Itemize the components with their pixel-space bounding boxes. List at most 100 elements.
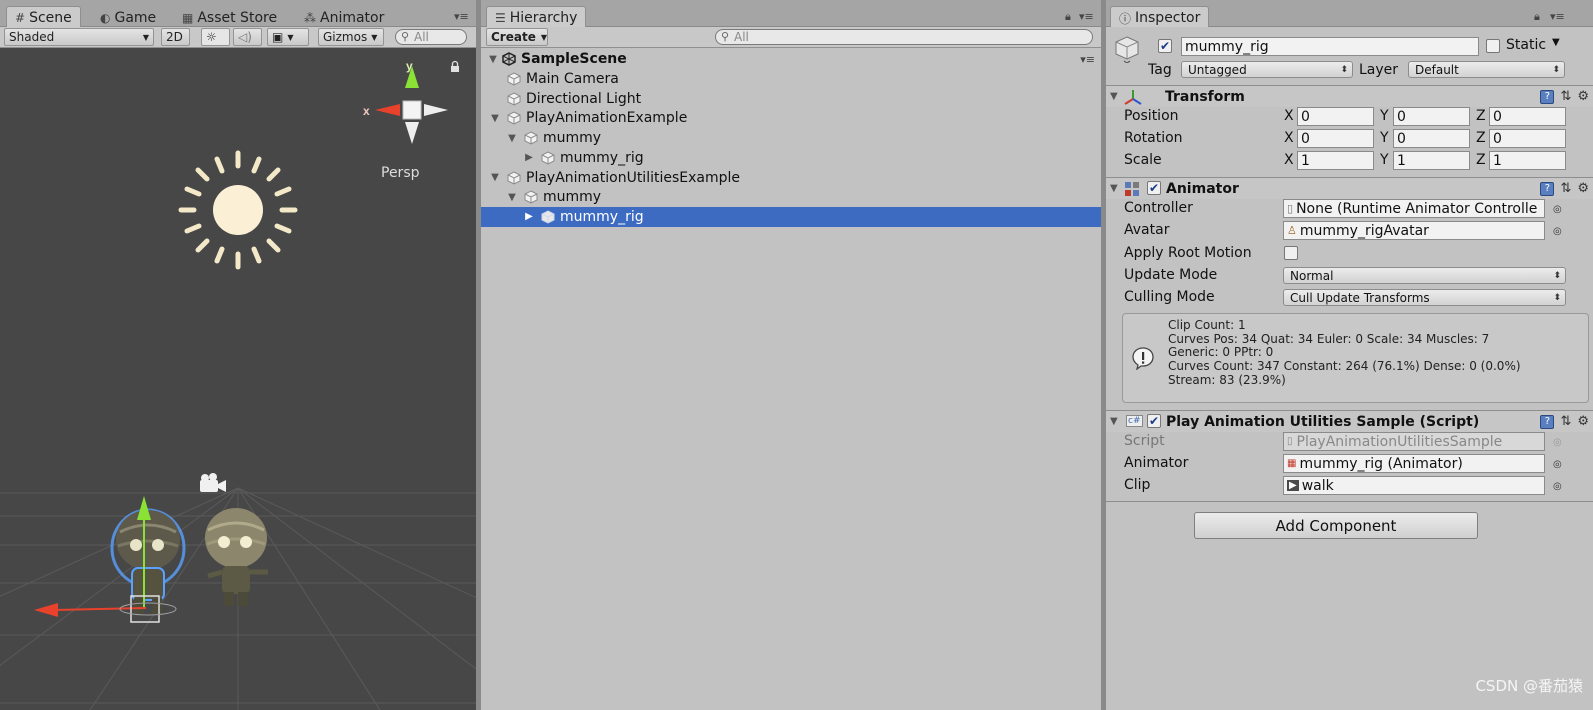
hierarchy-item[interactable]: Main Camera xyxy=(481,69,1101,89)
preset-sliders-icon[interactable]: ⇅ xyxy=(1560,414,1571,429)
gear-icon[interactable]: ⚙ xyxy=(1577,414,1589,429)
gameobject-cube-icon[interactable] xyxy=(1114,35,1140,63)
object-name-field[interactable]: mummy_rig xyxy=(1181,37,1479,56)
create-dropdown[interactable]: Create ▼ xyxy=(486,28,548,46)
apply-root-motion-checkbox[interactable] xyxy=(1284,246,1298,260)
shading-mode-dropdown[interactable]: Shaded ▼ xyxy=(4,28,154,46)
foldout-arrow-icon[interactable]: ▼ xyxy=(1110,183,1118,194)
transform-z-field[interactable]: 1 xyxy=(1489,151,1566,170)
gizmos-dropdown[interactable]: Gizmos ▼ xyxy=(318,28,384,46)
update-mode-dropdown[interactable]: Normal ⬍ xyxy=(1283,267,1566,284)
help-book-icon[interactable]: ? xyxy=(1540,181,1555,196)
script-component-header[interactable]: ▼ c# ✔ Play Animation Utilities Sample (… xyxy=(1106,410,1593,432)
object-picker-icon[interactable]: ◎ xyxy=(1553,204,1562,215)
scene-lighting-toggle[interactable]: ☼ xyxy=(201,28,230,46)
effects-dropdown[interactable]: ▣ ▼ xyxy=(267,28,309,46)
add-component-button[interactable]: Add Component xyxy=(1194,512,1478,539)
hierarchy-search-input[interactable]: ⚲ All xyxy=(715,29,1093,45)
hierarchy-item-label: mummy xyxy=(543,130,602,147)
layer-dropdown[interactable]: Default ⬍ xyxy=(1408,61,1565,78)
culling-mode-dropdown[interactable]: Cull Update Transforms ⬍ xyxy=(1283,289,1566,306)
object-picker-icon[interactable]: ◎ xyxy=(1553,459,1562,470)
axis-y-label: Y xyxy=(1380,108,1389,124)
transform-z-field[interactable]: 0 xyxy=(1489,129,1566,148)
expand-arrow-icon[interactable]: ▼ xyxy=(506,192,518,203)
script-animator-field[interactable]: ▦ mummy_rig (Animator) xyxy=(1283,454,1545,473)
gear-icon[interactable]: ⚙ xyxy=(1577,89,1589,104)
hierarchy-item[interactable]: Directional Light xyxy=(481,89,1101,109)
expand-arrow-icon[interactable]: ▼ xyxy=(489,113,501,124)
transform-y-field[interactable]: 0 xyxy=(1393,129,1470,148)
tag-dropdown[interactable]: Untagged ⬍ xyxy=(1181,61,1353,78)
hierarchy-item[interactable]: ▼ mummy xyxy=(481,128,1101,148)
foldout-arrow-icon[interactable]: ▼ xyxy=(1110,416,1118,427)
tab-inspector[interactable]: ⓘ Inspector xyxy=(1110,6,1210,27)
hierarchy-item-label: PlayAnimationExample xyxy=(526,110,688,127)
expand-arrow-icon[interactable]: ▼ xyxy=(489,172,501,183)
static-label: Static xyxy=(1506,37,1547,53)
scene-root-row[interactable]: ▼ SampleScene ▾≡ xyxy=(481,49,1101,69)
script-enabled-checkbox[interactable]: ✔ xyxy=(1147,414,1161,428)
object-active-checkbox[interactable]: ✔ xyxy=(1158,39,1172,53)
static-dropdown-icon[interactable]: ▼ xyxy=(1552,37,1560,48)
tab-game[interactable]: ◐ Game xyxy=(92,6,164,27)
gear-icon[interactable]: ⚙ xyxy=(1577,181,1589,196)
transform-z-field[interactable]: 0 xyxy=(1489,107,1566,126)
tab-scene[interactable]: # Scene xyxy=(6,6,81,27)
hierarchy-tabbar: ☰ Hierarchy 🔒︎ ▾≡ xyxy=(481,0,1101,27)
expand-arrow-icon[interactable]: ▼ xyxy=(487,54,499,65)
animator-enabled-checkbox[interactable]: ✔ xyxy=(1147,181,1161,195)
scene-panel: # Scene ◐ Game ▦ Asset Store ⁂ Animator … xyxy=(0,0,476,710)
clip-label: Clip xyxy=(1124,477,1151,493)
hierarchy-item[interactable]: ▼ PlayAnimationUtilitiesExample xyxy=(481,168,1101,188)
preset-sliders-icon[interactable]: ⇅ xyxy=(1560,181,1571,196)
clip-value: walk xyxy=(1301,477,1334,494)
tab-hierarchy[interactable]: ☰ Hierarchy xyxy=(486,6,587,27)
help-book-icon[interactable]: ? xyxy=(1540,414,1555,429)
axis-z-label: Z xyxy=(1476,130,1486,146)
foldout-arrow-icon[interactable]: ▼ xyxy=(1110,91,1118,102)
store-icon: ▦ xyxy=(182,10,194,25)
scene-tab-menu-icon[interactable]: ▾≡ xyxy=(454,10,469,23)
hierarchy-tab-menu-icon[interactable]: ▾≡ xyxy=(1079,10,1094,23)
hierarchy-item[interactable]: ▶ mummy_rig xyxy=(481,206,1101,227)
hierarchy-item[interactable]: ▶ mummy_rig xyxy=(481,148,1101,168)
expand-arrow-icon[interactable]: ▼ xyxy=(506,133,518,144)
mode-2d-button[interactable]: 2D xyxy=(161,28,190,46)
transform-y-field[interactable]: 1 xyxy=(1393,151,1470,170)
scene-search-input[interactable]: ⚲ All xyxy=(395,29,467,45)
scene-viewport[interactable]: y x Persp xyxy=(0,48,476,710)
expand-arrow-icon[interactable]: ▶ xyxy=(523,211,535,222)
search-icon: ⚲ xyxy=(721,30,730,43)
projection-label[interactable]: Persp xyxy=(381,165,420,181)
transform-x-field[interactable]: 0 xyxy=(1297,107,1374,126)
hierarchy-item[interactable]: ▼ PlayAnimationExample xyxy=(481,108,1101,128)
object-picker-icon[interactable]: ◎ xyxy=(1553,226,1562,237)
clip-field[interactable]: ▶ walk xyxy=(1283,476,1545,495)
transform-y-field[interactable]: 0 xyxy=(1393,107,1470,126)
static-checkbox[interactable] xyxy=(1486,39,1500,53)
audio-toggle[interactable]: ◁) xyxy=(233,28,262,46)
unity-scene-icon xyxy=(502,52,516,66)
tab-animator[interactable]: ⁂ Animator xyxy=(296,6,392,27)
tab-asset-store[interactable]: ▦ Asset Store xyxy=(174,6,285,27)
add-component-label: Add Component xyxy=(1275,516,1397,535)
expand-arrow-icon[interactable]: ▶ xyxy=(523,152,535,163)
controller-field[interactable]: ▯ None (Runtime Animator Controlle xyxy=(1283,199,1545,218)
animator-header[interactable]: ▼ ✔ Animator ? ⇅ ⚙ xyxy=(1106,177,1593,199)
transform-header[interactable]: ▼ Transform ? ⇅ ⚙ xyxy=(1106,85,1593,107)
inspector-lock-icon[interactable]: 🔒︎ xyxy=(1534,10,1540,24)
scene-menu-icon[interactable]: ▾≡ xyxy=(1080,53,1095,66)
transform-x-field[interactable]: 0 xyxy=(1297,129,1374,148)
transform-x-field[interactable]: 1 xyxy=(1297,151,1374,170)
gameobject-icon xyxy=(524,190,538,204)
hierarchy-item[interactable]: ▼ mummy xyxy=(481,187,1101,207)
dropdown-arrow-icon: ▼ xyxy=(540,32,547,42)
transform-x-value: 0 xyxy=(1301,108,1310,125)
help-book-icon[interactable]: ? xyxy=(1540,89,1555,104)
inspector-tab-menu-icon[interactable]: ▾≡ xyxy=(1550,10,1565,23)
object-picker-icon[interactable]: ◎ xyxy=(1553,481,1562,492)
preset-sliders-icon[interactable]: ⇅ xyxy=(1560,89,1571,104)
hierarchy-lock-icon[interactable]: 🔒︎ xyxy=(1065,10,1071,24)
avatar-field[interactable]: ♙ mummy_rigAvatar xyxy=(1283,221,1545,240)
